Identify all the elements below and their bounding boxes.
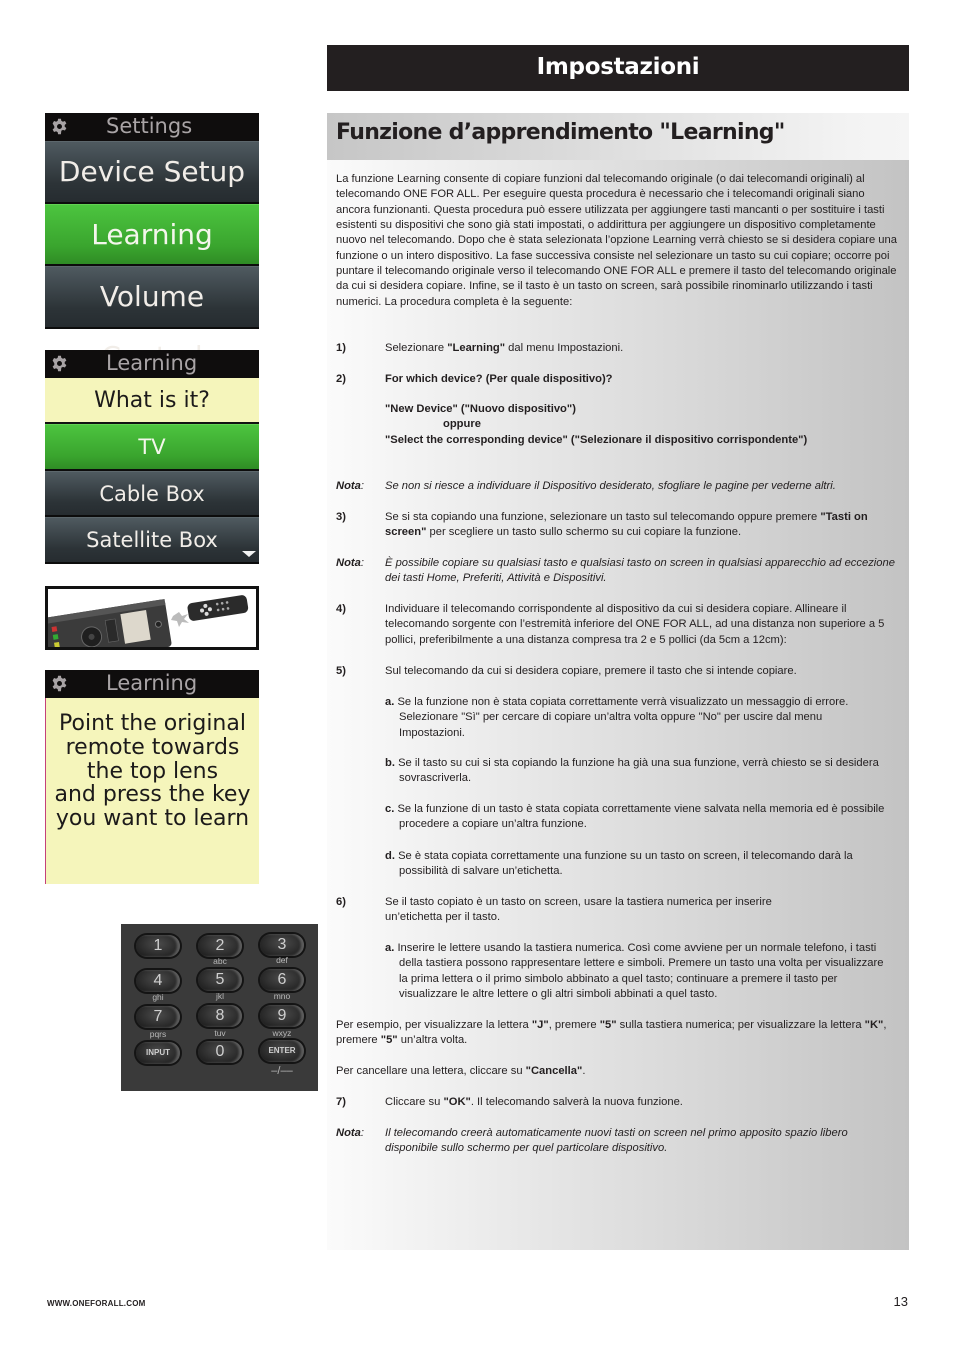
step-number: 5)	[336, 665, 346, 677]
step-5-sub-d: d. Se è stata copiata correttamente una …	[385, 850, 853, 878]
gear-icon	[51, 675, 68, 692]
instruction-line: and press the key	[54, 782, 251, 808]
input-key[interactable]: INPUT	[136, 1042, 180, 1064]
numeric-keypad: 1 2 abc 3 def 4 ghi 5 jkl 6 mno 7 pqrs 8…	[121, 924, 318, 1091]
step-6-sub-a: a. Inserire le lettere usando la tastier…	[385, 942, 884, 1001]
screen-header: Learning	[45, 670, 259, 698]
step-number: 4)	[336, 603, 346, 615]
note-text: Se non si riesce a individuare il Dispos…	[385, 480, 836, 492]
instruction-line: the top lens	[86, 758, 219, 784]
key-4[interactable]: 4	[136, 970, 180, 992]
screen-header: Settings	[45, 113, 259, 141]
key-1[interactable]: 1	[136, 935, 180, 957]
screen-title: Learning	[106, 671, 198, 695]
step-text: Selezionare "Learning" dal menu Impostaz…	[385, 342, 624, 354]
point-remote-screen: Learning Point the original remote towar…	[45, 670, 259, 884]
page-number: 13	[893, 1294, 908, 1309]
menu-item-satellite-box[interactable]: Satellite Box	[45, 517, 259, 564]
instruction-line: you want to learn	[55, 806, 250, 832]
key-8-letters: tuv	[214, 1028, 226, 1038]
step-text: Se si sta copiando una funzione, selezio…	[385, 511, 868, 539]
key-8[interactable]: 8	[198, 1005, 242, 1027]
content-panel: Funzione d’apprendimento "Learning" La f…	[327, 113, 909, 1250]
note-label: Nota:	[336, 1127, 364, 1139]
note-text: Il telecomando creerà automaticamente nu…	[385, 1127, 848, 1155]
note-label: Nota:	[336, 557, 364, 569]
menu-item-volume-control[interactable]: Volume Control	[45, 266, 259, 373]
step-text: Cliccare su "OK". Il telecomando salverà…	[385, 1096, 683, 1108]
key-6-letters: mno	[273, 991, 291, 1001]
step-number: 7)	[336, 1096, 346, 1108]
page-title: Funzione d’apprendimento "Learning"	[336, 120, 785, 145]
key-3-letters: def	[276, 955, 288, 965]
step-number: 3)	[336, 511, 346, 523]
step-5-sub-b: b. Se il tasto su cui si sta copiando la…	[385, 757, 879, 785]
title-bar: Funzione d’apprendimento "Learning"	[327, 113, 909, 160]
cancel-paragraph: Per cancellare una lettera, cliccare su …	[336, 1065, 586, 1077]
key-2[interactable]: 2	[198, 935, 242, 957]
instruction-text: Point the original remote towards the to…	[45, 698, 259, 884]
note-label: Nota:	[336, 480, 364, 492]
step-text: Se il tasto copiato è un tasto on screen…	[385, 896, 772, 924]
step-5-sub-a: a. Se la funzione non è stata copiata co…	[385, 696, 849, 739]
key-0[interactable]: 0	[198, 1041, 242, 1063]
instruction-line: remote towards	[65, 734, 240, 760]
menu-item-label: Satellite Box	[86, 528, 218, 552]
enter-key[interactable]: ENTER	[260, 1040, 304, 1062]
screen-title: Settings	[106, 114, 193, 138]
step-5-sub-c: c. Se la funzione di un tasto è stata co…	[385, 803, 885, 831]
key-4-letters: ghi	[152, 992, 164, 1002]
step-number: 2)	[336, 373, 346, 385]
menu-item-tv[interactable]: TV	[45, 424, 259, 471]
settings-screen: Settings Device Setup Learning Volume Co…	[45, 113, 259, 373]
key-7-letters: pqrs	[149, 1029, 167, 1039]
key-5-letters: jkl	[215, 991, 225, 1001]
key-3[interactable]: 3	[260, 934, 304, 956]
device-type-screen: Learning What is it? TV Cable Box Satell…	[45, 350, 259, 564]
key-7[interactable]: 7	[136, 1006, 180, 1028]
key-9[interactable]: 9	[260, 1005, 304, 1027]
intro-paragraph: La funzione Learning consente di copiare…	[336, 173, 897, 308]
enter-key-symbol: –/––	[271, 1065, 293, 1077]
remote-learning-illustration	[45, 586, 259, 650]
instruction-line: Point the original	[59, 711, 246, 736]
step-text: Individuare il telecomando corrispondent…	[385, 603, 885, 646]
key-2-letters: abc	[213, 956, 227, 966]
step-number: 6)	[336, 896, 346, 908]
menu-item-cable-box[interactable]: Cable Box	[45, 470, 259, 517]
menu-item-device-setup[interactable]: Device Setup	[45, 141, 259, 204]
key-9-letters: wxyz	[272, 1028, 292, 1038]
scroll-down-arrow-icon[interactable]	[242, 550, 256, 557]
key-6[interactable]: 6	[260, 969, 304, 991]
step-text: For which device? (Per quale dispositivo…	[385, 373, 613, 385]
menu-item-learning[interactable]: Learning	[45, 203, 259, 266]
key-5[interactable]: 5	[198, 969, 242, 991]
section-banner: Impostazioni	[327, 45, 909, 91]
step-text: Sul telecomando da cui si desidera copia…	[385, 665, 797, 677]
screen-title: Learning	[106, 351, 198, 375]
prompt-text: What is it?	[45, 378, 259, 424]
note-text: È possibile copiare su qualsiasi tasto e…	[385, 557, 895, 585]
step-number: 1)	[336, 342, 346, 354]
screen-header: Learning	[45, 350, 259, 378]
footer-website-link[interactable]: WWW.ONEFORALL.COM	[47, 1299, 146, 1308]
gear-icon	[51, 118, 68, 135]
example-paragraph: Per esempio, per visualizzare la lettera…	[336, 1019, 887, 1047]
gear-icon	[51, 355, 68, 372]
